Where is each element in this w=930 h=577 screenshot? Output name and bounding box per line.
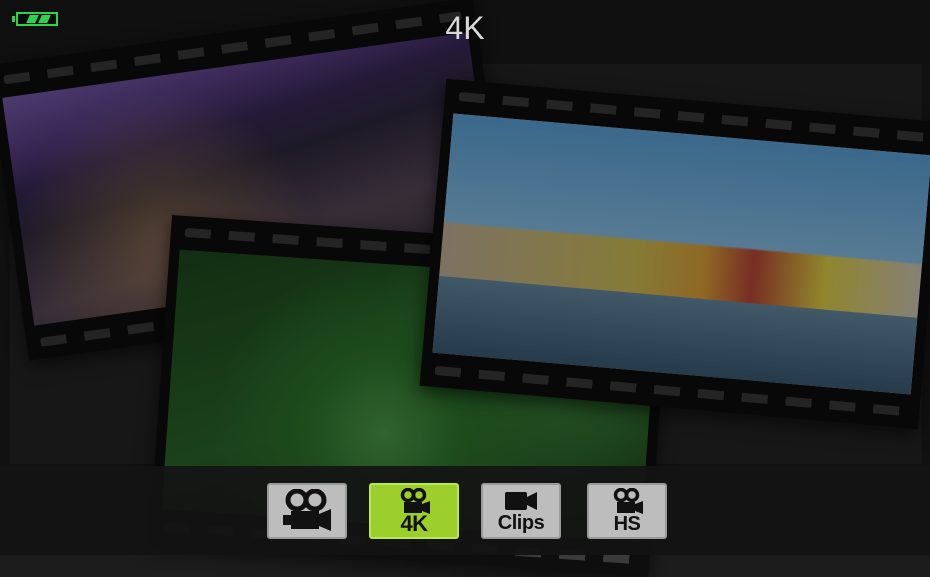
mode-bar xyxy=(0,466,930,555)
battery-icon xyxy=(12,12,58,26)
harbor-film-frame xyxy=(419,78,930,430)
mode-movie-button[interactable] xyxy=(267,483,347,539)
mode-4k-label: 4K xyxy=(400,511,428,536)
movie-camera-icon xyxy=(281,489,333,533)
mode-hs-label: HS xyxy=(613,513,641,535)
movie-camera-icon xyxy=(607,488,647,514)
page-title: 4K xyxy=(445,10,485,46)
mode-clips-label: Clips xyxy=(497,512,545,534)
mode-4k-button[interactable]: 4K xyxy=(369,483,459,539)
mode-hs-button[interactable]: HS xyxy=(587,483,667,539)
video-camera-icon xyxy=(501,489,541,513)
harbor-photo xyxy=(432,113,930,395)
mode-clips-button[interactable]: Clips xyxy=(481,483,561,539)
